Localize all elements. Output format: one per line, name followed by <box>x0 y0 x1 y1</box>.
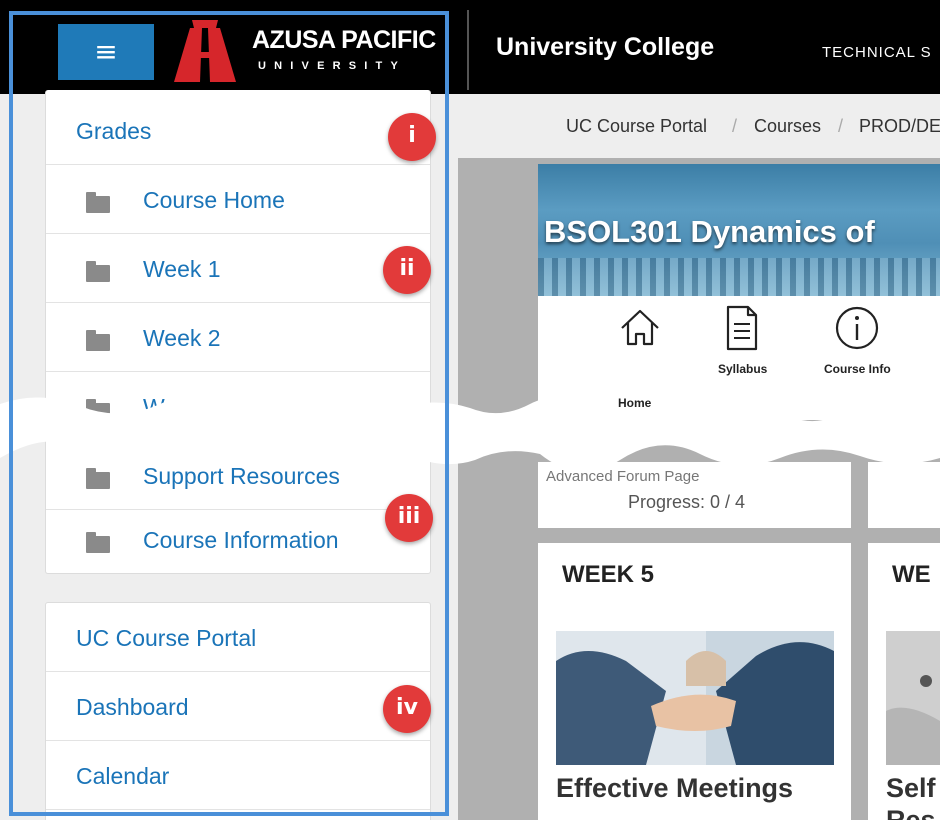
annotation-badge-ii: ii <box>383 246 431 294</box>
forum-card-right[interactable] <box>868 462 940 528</box>
nav-label-syllabus[interactable]: Syllabus <box>718 362 767 376</box>
college-title[interactable]: University College <box>496 33 714 62</box>
course-title: BSOL301 Dynamics of <box>544 214 875 249</box>
week-card[interactable]: WEEK 5 Effective Meetings <box>538 543 851 820</box>
week-caption-line2: Res <box>886 805 936 820</box>
info-icon[interactable] <box>834 305 880 351</box>
nav-label-course-info[interactable]: Course Info <box>824 362 891 376</box>
week-title: WE <box>892 561 931 588</box>
home-icon[interactable] <box>618 306 662 350</box>
week-image <box>886 631 940 765</box>
progress-text: Progress: 0 / 4 <box>628 492 746 512</box>
week-caption: Effective Meetings <box>556 773 794 803</box>
week-title: WEEK 5 <box>562 561 655 588</box>
annotation-badge-iii: iii <box>385 494 433 542</box>
week-caption: Self <box>886 773 936 803</box>
annotation-badge-iv: iv <box>383 685 431 733</box>
breadcrumb-separator: / <box>838 116 844 136</box>
week-card[interactable]: WE Self Res <box>868 543 940 820</box>
syllabus-icon[interactable] <box>722 304 762 352</box>
forum-card-title: Advanced Forum Page <box>546 468 700 485</box>
topbar-divider <box>467 10 469 90</box>
breadcrumb-item-courses[interactable]: Courses <box>754 116 821 137</box>
annotation-badge-i: i <box>388 113 436 161</box>
week-image-handshake <box>556 631 834 765</box>
breadcrumb-item-course-code[interactable]: PROD/DE <box>859 116 940 137</box>
highlight-frame <box>9 11 449 816</box>
breadcrumb: UC Course Portal / Courses / PROD/DE <box>458 94 940 158</box>
breadcrumb-item-uc-course-portal[interactable]: UC Course Portal <box>566 116 707 137</box>
nav-link-technical-support[interactable]: TECHNICAL S <box>822 44 932 61</box>
breadcrumb-separator: / <box>732 116 738 136</box>
